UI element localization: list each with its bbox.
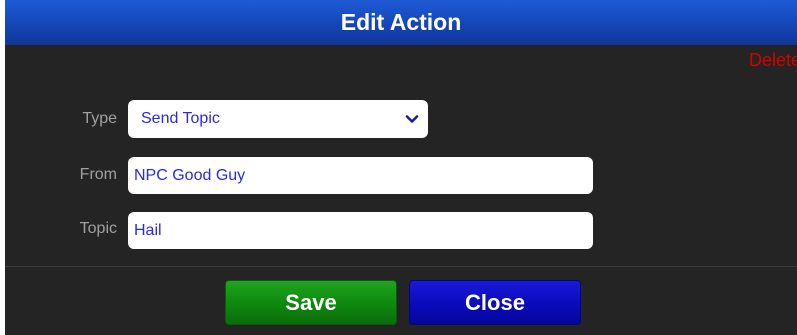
delete-link[interactable]: Delete [749,50,797,71]
save-button[interactable]: Save [225,280,397,325]
dialog-title: Edit Action [5,0,797,45]
edit-action-dialog: Edit Action Delete Type Send Topic From … [5,0,797,335]
topic-field[interactable]: Hail [128,212,593,249]
topic-label: Topic [79,220,117,237]
type-select-value: Send Topic [141,110,220,127]
close-button[interactable]: Close [409,280,581,325]
type-select[interactable]: Send Topic [128,100,428,138]
from-field[interactable]: NPC Good Guy [128,157,593,194]
footer-divider [5,266,797,267]
chevron-down-icon [405,115,419,123]
type-label: Type [82,110,117,127]
from-label: From [79,166,117,183]
